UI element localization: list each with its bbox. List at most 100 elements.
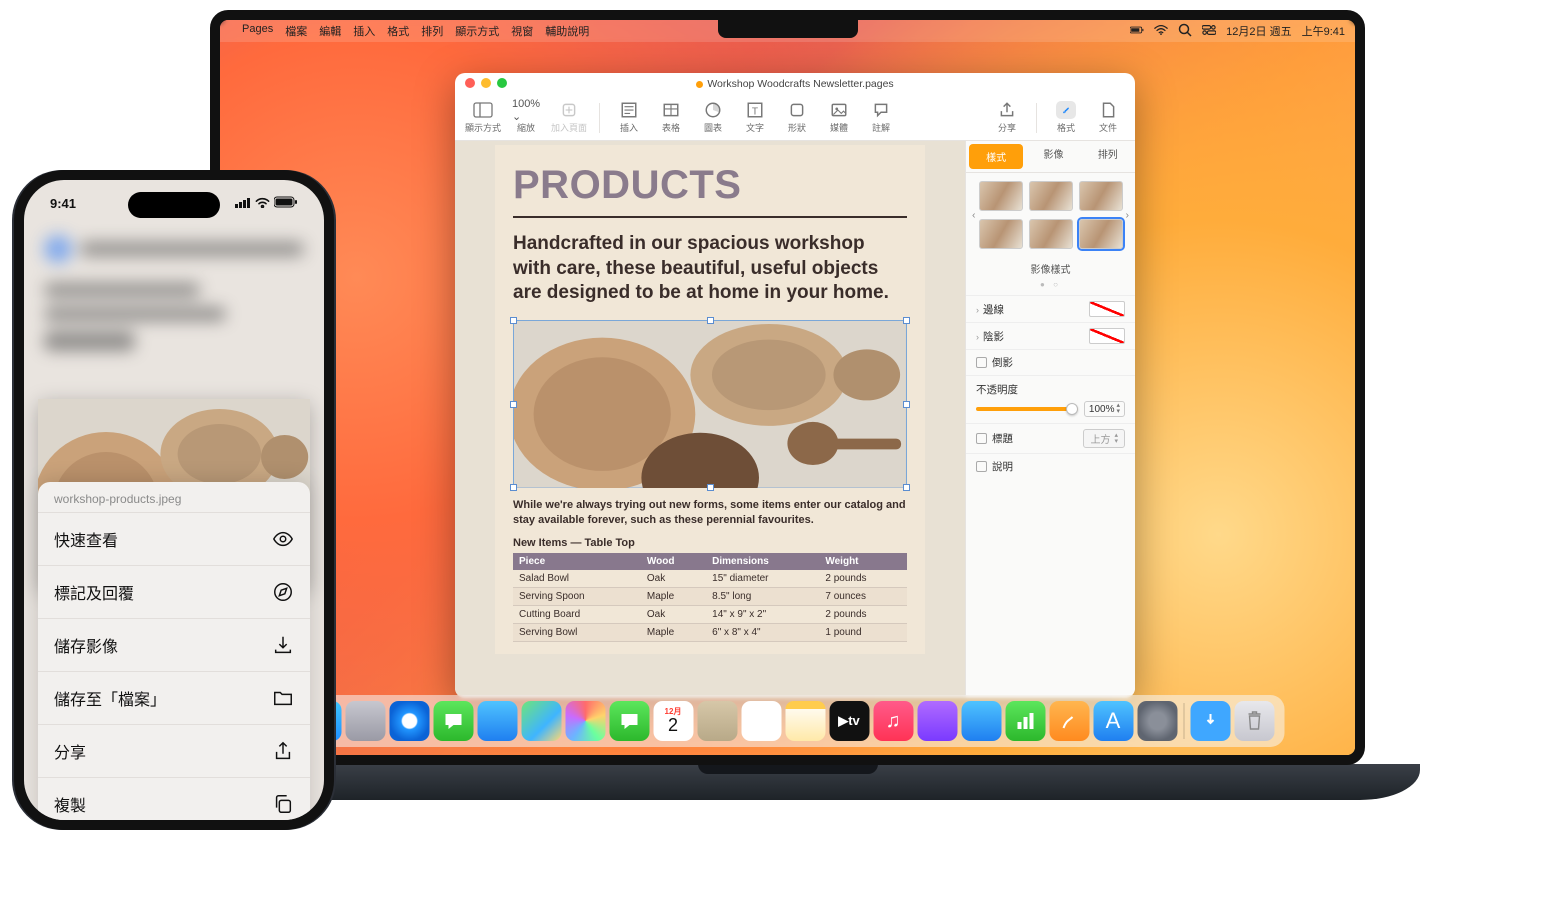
table-row[interactable]: Cutting BoardOak14" x 9" x 2"2 pounds <box>513 606 907 624</box>
media-button[interactable]: 媒體 <box>822 101 856 134</box>
style-thumbnail[interactable] <box>1029 219 1073 249</box>
menu-copy[interactable]: 複製 <box>38 778 310 820</box>
table-cell: Cutting Board <box>513 606 641 624</box>
menu-edit[interactable]: 編輯 <box>319 23 341 39</box>
tab-image[interactable]: 影像 <box>1026 141 1080 172</box>
menu-save-to-files[interactable]: 儲存至「檔案」 <box>38 672 310 725</box>
dock-settings[interactable] <box>1137 701 1177 741</box>
dock-music[interactable]: ♫ <box>873 701 913 741</box>
border-row[interactable]: ›邊線 <box>966 295 1135 322</box>
tab-style[interactable]: 樣式 <box>969 144 1023 169</box>
opacity-slider[interactable] <box>976 407 1078 411</box>
menu-view[interactable]: 顯示方式 <box>455 23 499 39</box>
table-button[interactable]: 表格 <box>654 101 688 134</box>
style-thumbnail[interactable] <box>1029 181 1073 211</box>
menu-share[interactable]: 分享 <box>38 725 310 778</box>
table-row[interactable]: Serving BowlMaple6" x 8" x 4"1 pound <box>513 624 907 642</box>
selection-handle[interactable] <box>707 484 714 491</box>
control-center-icon[interactable] <box>1202 23 1216 40</box>
wifi-icon[interactable] <box>1154 23 1168 40</box>
selection-handle[interactable] <box>510 484 517 491</box>
caption-checkbox[interactable] <box>976 433 987 444</box>
view-button[interactable]: 顯示方式 <box>465 101 501 134</box>
description-checkbox[interactable] <box>976 461 987 472</box>
selection-handle[interactable] <box>510 401 517 408</box>
window-titlebar[interactable]: Workshop Woodcrafts Newsletter.pages <box>455 73 1135 95</box>
dock-news[interactable] <box>961 701 1001 741</box>
dock-appstore[interactable]: A <box>1093 701 1133 741</box>
border-swatch[interactable] <box>1089 301 1125 317</box>
table-row[interactable]: Salad BowlOak15" diameter2 pounds <box>513 570 907 588</box>
menu-window[interactable]: 視窗 <box>511 23 533 39</box>
dock-trash[interactable] <box>1234 701 1274 741</box>
close-button[interactable] <box>465 78 475 88</box>
app-name[interactable]: Pages <box>242 23 273 39</box>
dock-facetime[interactable] <box>609 701 649 741</box>
dock-launchpad[interactable] <box>345 701 385 741</box>
zoom-control[interactable]: 100% ⌄縮放 <box>509 101 543 134</box>
document-button[interactable]: 文件 <box>1091 101 1125 134</box>
zoom-button[interactable] <box>497 78 507 88</box>
dock-maps[interactable] <box>521 701 561 741</box>
document-canvas[interactable]: PRODUCTS Handcrafted in our spacious wor… <box>455 141 965 698</box>
selection-handle[interactable] <box>903 401 910 408</box>
products-table[interactable]: Piece Wood Dimensions Weight Salad BowlO… <box>513 553 907 642</box>
status-date[interactable]: 12月2日 週五 <box>1226 23 1291 39</box>
table-row[interactable]: Serving SpoonMaple8.5" long7 ounces <box>513 588 907 606</box>
selection-handle[interactable] <box>510 317 517 324</box>
shape-button[interactable]: 形狀 <box>780 101 814 134</box>
slider-knob[interactable] <box>1066 403 1078 415</box>
text-button[interactable]: T文字 <box>738 101 772 134</box>
format-button[interactable]: 格式 <box>1049 101 1083 134</box>
menu-arrange[interactable]: 排列 <box>421 23 443 39</box>
style-thumbnail-selected[interactable] <box>1079 219 1123 249</box>
dock-tv[interactable]: ▶tv <box>829 701 869 741</box>
shadow-swatch[interactable] <box>1089 328 1125 344</box>
dock-contacts[interactable] <box>697 701 737 741</box>
description-row[interactable]: 說明 <box>966 453 1135 479</box>
menu-markup-reply[interactable]: 標記及回覆 <box>38 566 310 619</box>
battery-icon[interactable] <box>1130 23 1144 40</box>
menu-save-image[interactable]: 儲存影像 <box>38 619 310 672</box>
status-time[interactable]: 上午9:41 <box>1302 23 1345 39</box>
insert-button[interactable]: 插入 <box>612 101 646 134</box>
menu-file[interactable]: 檔案 <box>285 23 307 39</box>
selection-handle[interactable] <box>903 317 910 324</box>
dock-photos[interactable] <box>565 701 605 741</box>
style-thumbnail[interactable] <box>979 181 1023 211</box>
shadow-row[interactable]: ›陰影 <box>966 322 1135 349</box>
dock-messages[interactable] <box>433 701 473 741</box>
dock-numbers[interactable] <box>1005 701 1045 741</box>
menu-quick-look[interactable]: 快速查看 <box>38 513 310 566</box>
dock-pages[interactable] <box>1049 701 1089 741</box>
menu-help[interactable]: 輔助說明 <box>545 23 589 39</box>
dock-notes[interactable] <box>785 701 825 741</box>
chart-button[interactable]: 圖表 <box>696 101 730 134</box>
dock-podcasts[interactable] <box>917 701 957 741</box>
minimize-button[interactable] <box>481 78 491 88</box>
add-page-button[interactable]: 加入頁面 <box>551 101 587 134</box>
menu-format[interactable]: 格式 <box>387 23 409 39</box>
caption-row[interactable]: 標題 上方▴▾ <box>966 423 1135 453</box>
caption-position-select[interactable]: 上方▴▾ <box>1083 429 1125 448</box>
reflection-row[interactable]: 倒影 <box>966 349 1135 375</box>
selection-handle[interactable] <box>707 317 714 324</box>
menu-insert[interactable]: 插入 <box>353 23 375 39</box>
style-next[interactable]: › <box>1126 209 1130 221</box>
style-page-dots[interactable]: ● ○ <box>966 280 1135 289</box>
dock-calendar[interactable]: 12月2 <box>653 701 693 741</box>
share-button[interactable]: 分享 <box>990 101 1024 134</box>
selected-image[interactable] <box>513 320 907 488</box>
style-thumbnail[interactable] <box>1079 181 1123 211</box>
comment-button[interactable]: 註解 <box>864 101 898 134</box>
tab-arrange[interactable]: 排列 <box>1081 141 1135 172</box>
dock-reminders[interactable] <box>741 701 781 741</box>
dock-mail[interactable] <box>477 701 517 741</box>
dock-safari[interactable] <box>389 701 429 741</box>
opacity-stepper[interactable]: 100%▴▾ <box>1084 401 1125 417</box>
spotlight-icon[interactable] <box>1178 23 1192 40</box>
dock-downloads[interactable] <box>1190 701 1230 741</box>
reflection-checkbox[interactable] <box>976 357 987 368</box>
style-thumbnail[interactable] <box>979 219 1023 249</box>
selection-handle[interactable] <box>903 484 910 491</box>
